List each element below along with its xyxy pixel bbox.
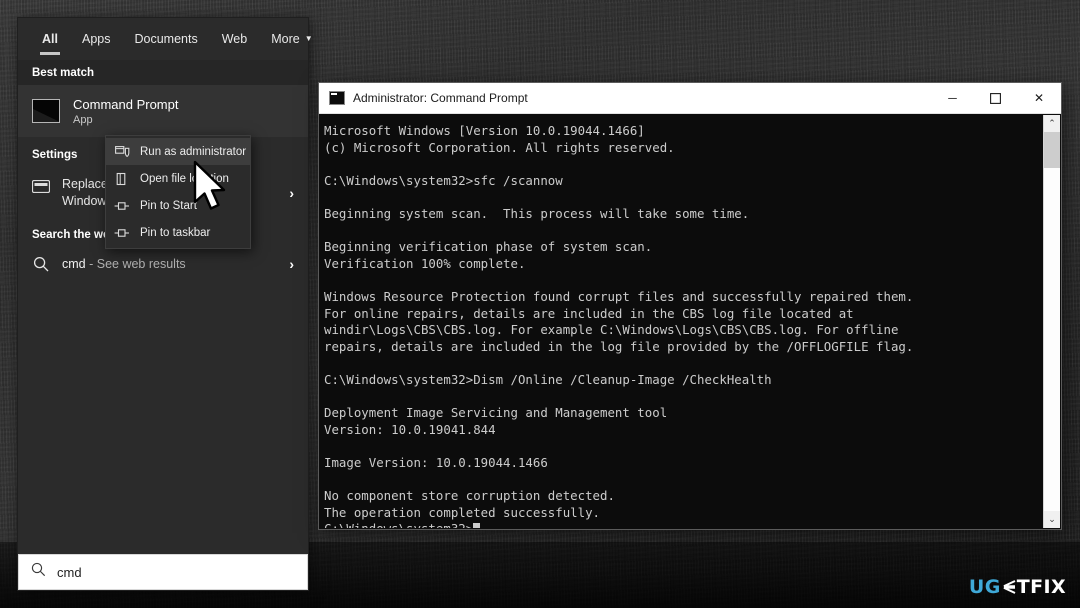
web-result-suffix: - See web results	[85, 256, 186, 271]
search-icon	[32, 255, 50, 273]
tab-web[interactable]: Web	[210, 18, 259, 60]
window-controls: ─ ✕	[931, 83, 1061, 114]
console-scrollbar[interactable]: ⌃ ⌄	[1043, 115, 1060, 528]
tab-apps-label: Apps	[81, 32, 111, 46]
scroll-down-arrow-icon[interactable]: ⌄	[1044, 511, 1060, 528]
web-result-query: cmd	[62, 256, 86, 271]
command-prompt-icon	[32, 99, 60, 123]
context-menu: Run as administrator Open file location …	[105, 135, 251, 249]
tab-more-label: More	[271, 32, 300, 46]
scroll-up-arrow-icon[interactable]: ⌃	[1044, 115, 1060, 132]
windows-search-panel: All Apps Documents Web More ▼ Best match …	[18, 18, 313, 590]
context-menu-item-label: Pin to Start	[140, 199, 197, 212]
chevron-down-icon: ▼	[304, 33, 313, 43]
console-text-caret	[473, 523, 481, 528]
settings-result-chevron-icon[interactable]: ›	[289, 185, 294, 201]
console-title-bar[interactable]: Administrator: Command Prompt ─ ✕	[319, 83, 1061, 114]
search-input-bar[interactable]: cmd	[18, 554, 308, 590]
best-match-result-command-prompt[interactable]: Command Prompt App	[18, 85, 308, 137]
context-menu-item-open-file-location[interactable]: Open file location	[106, 165, 250, 192]
command-prompt-window: Administrator: Command Prompt ─ ✕ Micros…	[319, 83, 1061, 529]
context-menu-item-label: Open file location	[140, 172, 229, 185]
web-result-row[interactable]: cmd - See web results ›	[18, 247, 308, 281]
context-menu-item-label: Run as administrator	[140, 145, 247, 158]
best-match-subtitle: App	[73, 113, 93, 126]
tab-all[interactable]: All	[30, 18, 70, 60]
watermark-part2: TFIX	[1016, 576, 1066, 598]
best-match-header: Best match	[18, 60, 308, 85]
settings-display-icon	[32, 177, 50, 195]
folder-open-icon	[114, 171, 130, 187]
tab-all-label: All	[42, 32, 58, 46]
ugetfix-watermark: UG TFIX	[969, 576, 1066, 598]
watermark-part1: UG	[968, 576, 1001, 598]
search-input[interactable]: cmd	[57, 565, 82, 580]
minimize-button[interactable]: ─	[931, 83, 974, 114]
pin-icon	[114, 198, 130, 214]
best-match-title: Command Prompt	[73, 96, 179, 112]
close-button[interactable]: ✕	[1017, 83, 1061, 114]
tab-more[interactable]: More ▼	[259, 18, 324, 60]
tab-apps[interactable]: Apps	[70, 18, 123, 60]
console-output[interactable]: Microsoft Windows [Version 10.0.19044.14…	[320, 115, 1043, 528]
search-filter-tabs: All Apps Documents Web More ▼	[18, 18, 313, 60]
maximize-button[interactable]	[974, 83, 1017, 114]
console-body: Microsoft Windows [Version 10.0.19044.14…	[319, 114, 1061, 529]
context-menu-item-pin-to-start[interactable]: Pin to Start	[106, 192, 250, 219]
console-prompt-line: C:\Windows\system32>	[324, 521, 473, 528]
watermark-wrench-icon	[1002, 579, 1016, 595]
pin-icon	[114, 225, 130, 241]
console-icon	[329, 91, 345, 105]
web-result-text: cmd - See web results	[62, 256, 186, 273]
tab-web-label: Web	[221, 32, 248, 46]
desktop-background: All Apps Documents Web More ▼ Best match …	[0, 0, 1080, 608]
scrollbar-track[interactable]	[1044, 132, 1060, 511]
scrollbar-thumb[interactable]	[1044, 132, 1060, 168]
console-window-title: Administrator: Command Prompt	[353, 91, 528, 105]
web-result-chevron-icon[interactable]: ›	[289, 256, 294, 272]
context-menu-item-pin-to-taskbar[interactable]: Pin to taskbar	[106, 219, 250, 246]
shield-admin-icon	[114, 144, 130, 160]
context-menu-item-label: Pin to taskbar	[140, 226, 211, 239]
tab-documents-label: Documents	[134, 32, 198, 46]
context-menu-item-run-as-administrator[interactable]: Run as administrator	[106, 138, 250, 165]
tab-documents[interactable]: Documents	[122, 18, 209, 60]
search-icon	[31, 562, 46, 582]
